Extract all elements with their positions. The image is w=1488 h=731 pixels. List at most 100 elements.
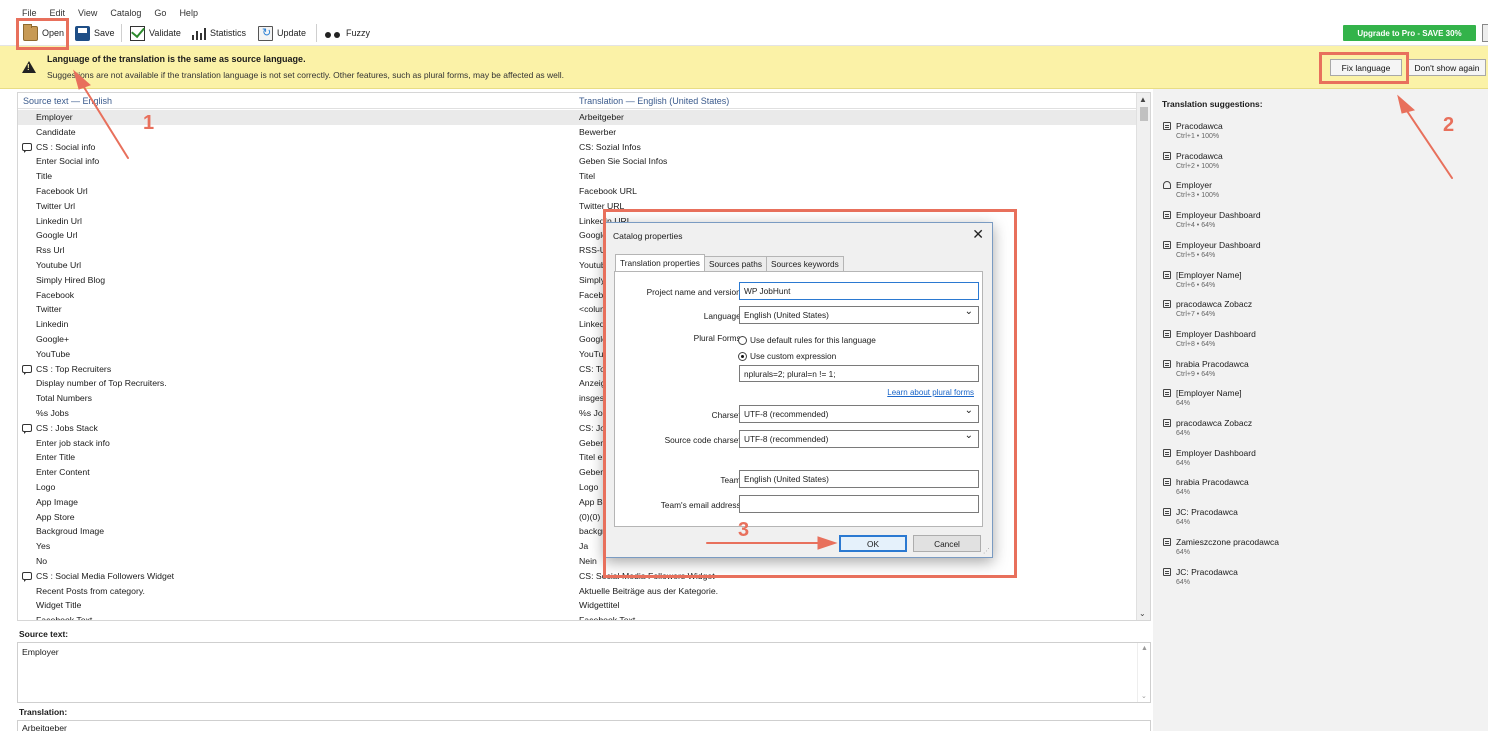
toolbar-separator [121,24,122,42]
ok-button[interactable]: OK [839,535,907,552]
toolbar: Open Save Validate Statistics Update Fuz… [0,20,1488,46]
suggestion-item[interactable]: Employer Dashboard Ctrl+8 • 64% [1163,329,1256,348]
suggestion-label: JC: Pracodawca [1176,566,1238,577]
plural-custom-radio[interactable]: Use custom expression [738,351,836,361]
fuzzy-button[interactable]: Fuzzy [321,23,373,43]
menu-go[interactable]: Go [154,8,166,18]
suggestion-item[interactable]: Pracodawca Ctrl+1 • 100% [1163,121,1223,140]
menu-file[interactable]: File [22,8,37,18]
database-icon [1163,537,1171,546]
upgrade-button[interactable]: Upgrade to Pro - SAVE 30% [1343,25,1476,41]
tab-translation-properties[interactable]: Translation properties [615,254,705,271]
translation-text-box[interactable]: Arbeitgeber [17,720,1151,731]
suggestion-meta: 64% [1176,578,1191,586]
suggestion-item[interactable]: hrabia Pracodawca 64% [1163,477,1249,496]
menu-catalog[interactable]: Catalog [110,8,141,18]
source-text-scrollbar[interactable]: ▲ ⌄ [1137,643,1150,702]
database-icon [1163,240,1171,249]
suggestion-item[interactable]: hrabia Pracodawca Ctrl+9 • 64% [1163,359,1249,378]
suggestion-meta: Ctrl+1 • 100% [1176,133,1220,140]
menu-edit[interactable]: Edit [50,8,66,18]
table-row[interactable]: Twitter Url Twitter URL [18,199,1136,214]
scrollbar-thumb[interactable] [1140,107,1148,121]
resize-grip-icon[interactable]: ⋰ [983,547,990,555]
suggestion-item[interactable]: Pracodawca Ctrl+2 • 100% [1163,151,1223,170]
team-email-field[interactable] [739,495,979,513]
suggestion-item[interactable]: Employer Ctrl+3 • 100% [1163,180,1219,199]
translation-cell: Nein [579,555,597,566]
update-button[interactable]: Update [255,23,309,43]
step-number-1: 1 [143,112,155,134]
source-column-header[interactable]: Source text — English [23,96,112,106]
team-field[interactable]: English (United States) [739,470,979,488]
table-row[interactable]: Enter Social info Geben Sie Social Infos [18,154,1136,169]
table-row[interactable]: Employer Arbeitgeber [18,110,1136,125]
suggestion-item[interactable]: pracodawca Zobacz Ctrl+7 • 64% [1163,299,1252,318]
cancel-button[interactable]: Cancel [913,535,981,552]
suggestion-text: pracodawca Zobacz [1163,299,1252,309]
suggestion-label: hrabia Pracodawca [1176,477,1249,488]
save-button[interactable]: Save [72,23,118,43]
suggestion-item[interactable]: Employer Dashboard 64% [1163,448,1256,467]
source-cell: Linkedin Url [36,215,82,226]
language-select[interactable]: English (United States) [739,306,979,324]
table-row[interactable]: Widget Title Widgettitel [18,598,1136,613]
learn-plural-forms-link[interactable]: Learn about plural forms [887,388,974,397]
suggestion-meta: Ctrl+9 • 64% [1176,370,1216,378]
plural-default-radio[interactable]: Use default rules for this language [738,335,876,345]
suggestion-meta: Ctrl+8 • 64% [1176,340,1216,348]
charset-select[interactable]: UTF-8 (recommended) [739,405,979,423]
suggestion-label: Employeur Dashboard [1176,239,1261,250]
suggestion-item[interactable]: JC: Pracodawca 64% [1163,567,1238,586]
table-row[interactable]: Facebook Url Facebook URL [18,184,1136,199]
dont-show-again-button[interactable]: Don't show again [1408,59,1486,76]
database-icon [1163,359,1171,368]
step-number-2: 2 [1443,114,1455,136]
toolbar-overflow-button[interactable] [1482,24,1488,42]
translation-cell: Arbeitgeber [579,112,624,122]
menu: File Edit View Catalog Go Help [22,8,198,18]
suggestion-item[interactable]: Zamieszczone pracodawca 64% [1163,537,1279,556]
suggestion-meta: Ctrl+5 • 64% [1176,251,1216,259]
scroll-up-icon[interactable]: ▲ [1139,95,1147,104]
table-row[interactable]: CS : Social info CS: Sozial Infos [18,140,1136,155]
fix-language-button[interactable]: Fix language [1330,59,1402,76]
warning-text: Suggestions are not available if the tra… [47,70,565,80]
plural-expression-field[interactable]: nplurals=2; plural=n != 1; [739,365,979,382]
source-cell: Twitter Url [36,200,76,211]
table-row[interactable]: Candidate Bewerber [18,125,1136,140]
tab-sources-keywords[interactable]: Sources keywords [765,256,844,271]
catalog-properties-dialog: Catalog properties ✕ Translation propert… [604,222,993,558]
menu-help[interactable]: Help [179,8,198,18]
table-row[interactable]: CS : Social Media Followers Widget CS: So… [18,569,1136,584]
translation-column-header[interactable]: Translation — English (United States) [579,96,729,106]
translation-cell: CS: Sozial Infos [579,141,641,152]
source-charset-select[interactable]: UTF-8 (recommended) [739,430,979,448]
suggestion-item[interactable]: [Employer Name] 64% [1163,388,1242,407]
suggestion-item[interactable]: pracodawca Zobacz 64% [1163,418,1252,437]
suggestion-text: Employer Dashboard [1163,329,1256,339]
suggestion-item[interactable]: [Employer Name] Ctrl+6 • 64% [1163,270,1242,289]
suggestion-meta: Ctrl+2 • 100% [1176,162,1220,170]
project-name-field[interactable]: WP JobHunt [739,282,979,300]
list-scrollbar[interactable]: ▲ ⌄ [1136,93,1150,620]
open-button[interactable]: Open [20,23,67,43]
close-icon[interactable]: ✕ [972,226,984,243]
source-cell: Logo [36,481,56,492]
plural-custom-label: Use custom expression [750,351,837,361]
database-icon [1163,300,1171,309]
suggestion-item[interactable]: Employeur Dashboard Ctrl+4 • 64% [1163,210,1261,229]
database-icon [1163,448,1171,457]
tab-sources-paths[interactable]: Sources paths [703,256,767,271]
suggestion-item[interactable]: Employeur Dashboard Ctrl+5 • 64% [1163,240,1261,259]
validate-button[interactable]: Validate [127,23,184,43]
statistics-button[interactable]: Statistics [188,23,249,43]
menu-view[interactable]: View [78,8,97,18]
source-text-value: Employer [22,647,59,657]
table-row[interactable]: Facebook Text Facebook Text [18,613,1136,620]
suggestion-item[interactable]: JC: Pracodawca 64% [1163,507,1238,526]
table-row[interactable]: Title Titel [18,169,1136,184]
translation-text-value: Arbeitgeber [22,723,67,731]
table-row[interactable]: Recent Posts from category. Aktuelle Beit… [18,584,1136,599]
scroll-down-icon[interactable]: ⌄ [1139,609,1146,618]
